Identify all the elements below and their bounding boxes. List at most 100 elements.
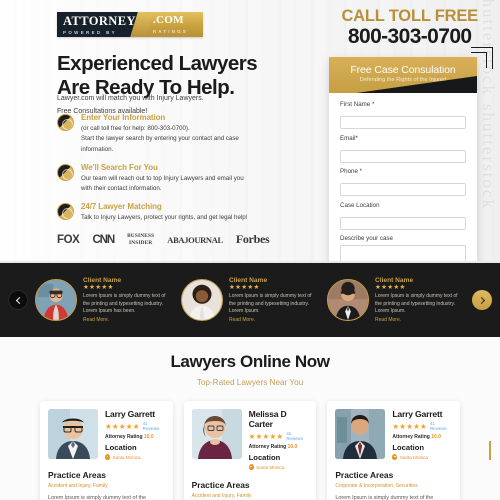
attorney-rating-value: 10.0 bbox=[431, 434, 441, 440]
case-location-field[interactable] bbox=[340, 216, 466, 230]
lawyer-review-count[interactable]: 41 Reviews bbox=[430, 421, 452, 431]
lawyer-location: Santa Monica bbox=[112, 455, 141, 460]
watermark-text: shutterstock bbox=[0, 196, 2, 263]
lawyer-rating-row: ★★★★★ 41 Reviews bbox=[392, 421, 452, 431]
site-logo[interactable]: ATTORNEY POWERED BY .COM RATINGS bbox=[57, 12, 203, 37]
lawyer-rating-row: ★★★★★ 41 Reviews bbox=[249, 431, 309, 441]
case-description-field[interactable] bbox=[340, 244, 466, 263]
feature-text: Our team will reach out to top Injury La… bbox=[81, 174, 297, 196]
lawyer-practice-areas: Accident and Injury, Family bbox=[48, 483, 108, 489]
business-insider-line-1: BUSINESS bbox=[127, 233, 155, 240]
phone-field[interactable] bbox=[340, 183, 466, 196]
media-logo-strip: FOX CNN BUSINESS INSIDER ABAJOURNAL Forb… bbox=[57, 232, 270, 247]
feature-text: (or call toll free for help: 800-303-070… bbox=[81, 124, 297, 157]
landing-page: shutterstock shutterstock shutterstock A… bbox=[0, 0, 500, 500]
chevron-right-icon bbox=[477, 296, 485, 304]
client-avatar-2 bbox=[181, 279, 223, 321]
business-insider-line-2: INSIDER bbox=[128, 239, 153, 246]
consultation-form-wrapper: Free Case Consulation Defending the Righ… bbox=[329, 47, 493, 263]
lawyer-review-count[interactable]: 41 Reviews bbox=[143, 421, 165, 431]
feature-text-line: with their contact information. bbox=[81, 185, 162, 193]
lawyer-photo-3 bbox=[335, 409, 386, 459]
carousel-prev-button[interactable] bbox=[8, 290, 28, 310]
headline-line-1: Experienced Lawyers bbox=[57, 52, 258, 75]
lawyer-card[interactable]: Melissa D Carter ★★★★★ 41 Reviews Attorn… bbox=[183, 401, 317, 500]
email-label: Email* bbox=[340, 134, 358, 142]
testimonial-client-name: Client Name bbox=[229, 276, 268, 284]
lawyer-name: Melissa D Carter bbox=[248, 409, 287, 429]
lawyers-next-button[interactable] bbox=[489, 441, 491, 461]
feature-text-line: Our team will reach out to top Injury La… bbox=[81, 174, 244, 182]
testimonial-body: Client Name ★★★★★ Lorem Ipsum is simply … bbox=[83, 277, 173, 323]
avatar-image bbox=[182, 280, 222, 320]
lawyer-card-top: Melissa D Carter ★★★★★ 41 Reviews Attorn… bbox=[191, 409, 309, 471]
feature-title: We'll Search For You bbox=[81, 163, 158, 173]
map-pin-icon bbox=[392, 454, 398, 461]
call-toll-free-label: CALL TOLL FREE bbox=[341, 7, 478, 25]
search-scales-icon bbox=[57, 164, 74, 182]
lawyer-card[interactable]: Larry Garrett ★★★★★ 41 Reviews Attorney … bbox=[327, 401, 461, 500]
lawyer-description: Lorem Ipsum is simply dummy text of the … bbox=[48, 495, 146, 500]
lawyer-rating-stars: ★★★★★ bbox=[248, 431, 284, 441]
practice-areas-label: Practice Areas bbox=[191, 480, 250, 490]
feature-text-line: information. bbox=[81, 146, 114, 154]
testimonial-text: Lorem Ipsum is simply dummy text of the … bbox=[229, 292, 312, 315]
testimonial-read-more-link[interactable]: Read More. bbox=[229, 317, 319, 323]
hero-subtitle-line-1: Lawyer.com will match you with Injury La… bbox=[57, 95, 204, 102]
form-body: First Name * Email* Phone * Case Locatio… bbox=[329, 93, 477, 263]
avatar-image bbox=[36, 280, 76, 320]
testimonial-read-more-link[interactable]: Read More. bbox=[83, 317, 173, 323]
feature-text-line: Talk to Injury Lawyers, protect your rig… bbox=[81, 213, 248, 221]
business-insider-logo: BUSINESS INSIDER bbox=[127, 233, 154, 246]
lawyer-description: Lorem Ipsum is simply dummy text of the … bbox=[335, 495, 434, 500]
feature-item: We'll Search For You Our team will reach… bbox=[57, 163, 297, 195]
clock-support-icon bbox=[57, 203, 74, 221]
logo-domain-text: .COM bbox=[153, 14, 184, 27]
client-avatar-1 bbox=[35, 279, 77, 321]
phone-label: Phone * bbox=[340, 168, 363, 175]
forbes-logo: Forbes bbox=[235, 232, 270, 246]
practice-areas-label: Practice Areas bbox=[335, 470, 394, 480]
consultation-form: Free Case Consulation Defending the Righ… bbox=[329, 57, 477, 263]
logo-main-text: ATTORNEY bbox=[63, 13, 136, 28]
call-toll-free[interactable]: CALL TOLL FREE 800-303-0700 bbox=[341, 7, 478, 48]
first-name-field[interactable] bbox=[340, 116, 466, 129]
lawyer-review-count[interactable]: 41 Reviews bbox=[286, 431, 308, 441]
location-row: Santa Monica bbox=[105, 454, 165, 461]
lawyer-location: Santa Monica bbox=[256, 465, 285, 470]
attorney-rating-label: Attorney Rating bbox=[248, 444, 287, 450]
testimonial-carousel: Client Name ★★★★★ Lorem Ipsum is simply … bbox=[0, 263, 500, 337]
feature-body: We'll Search For You Our team will reach… bbox=[81, 163, 297, 195]
form-subtitle: Defending the Rights of the Injured bbox=[359, 77, 447, 83]
testimonial-track: Client Name ★★★★★ Lorem Ipsum is simply … bbox=[28, 277, 472, 323]
feature-title: Enter Your Information bbox=[81, 113, 166, 122]
hero-section: shutterstock shutterstock shutterstock A… bbox=[0, 0, 500, 263]
attorney-rating-label: Attorney Rating bbox=[105, 434, 143, 440]
location-row: Santa Monica bbox=[392, 454, 452, 461]
attorney-rating-label: Attorney Rating bbox=[392, 434, 430, 440]
testimonial-card: Client Name ★★★★★ Lorem Ipsum is simply … bbox=[327, 277, 465, 323]
email-field[interactable] bbox=[340, 149, 466, 163]
lawyer-rating-row: ★★★★★ 41 Reviews bbox=[105, 421, 165, 431]
testimonial-client-name: Client Name bbox=[375, 276, 414, 284]
attorney-rating: Attorney Rating 10.0 bbox=[392, 434, 452, 440]
lawyer-info: Larry Garrett ★★★★★ 41 Reviews Attorney … bbox=[392, 409, 452, 461]
client-avatar-3 bbox=[327, 279, 369, 321]
lawyer-card-list: Larry Garrett ★★★★★ 41 Reviews Attorney … bbox=[0, 387, 500, 500]
carousel-next-button[interactable] bbox=[472, 290, 492, 310]
cnn-logo: CNN bbox=[92, 233, 115, 246]
logo-domain-tagline: RATINGS bbox=[153, 28, 188, 34]
phone-number[interactable]: 800-303-0700 bbox=[341, 26, 478, 48]
lawyer-info: Larry Garrett ★★★★★ 41 Reviews Attorney … bbox=[105, 409, 165, 461]
case-description-label: Describe your case bbox=[340, 235, 393, 242]
lawyer-practice-areas: Corporate & Incorporation, Securities bbox=[335, 483, 418, 489]
lawyer-rating-stars: ★★★★★ bbox=[105, 421, 140, 431]
abajournal-logo: ABAJOURNAL bbox=[167, 234, 223, 245]
testimonial-read-more-link[interactable]: Read More. bbox=[375, 317, 465, 323]
lawyer-card[interactable]: Larry Garrett ★★★★★ 41 Reviews Attorney … bbox=[40, 401, 173, 500]
logo-right-block: .COM RATINGS bbox=[143, 12, 203, 37]
lawyer-info: Melissa D Carter ★★★★★ 41 Reviews Attorn… bbox=[248, 409, 309, 471]
feature-text: Talk to Injury Lawyers, protect your rig… bbox=[81, 213, 297, 224]
form-field: Describe your case bbox=[340, 235, 466, 263]
document-gavel-icon bbox=[57, 114, 74, 131]
